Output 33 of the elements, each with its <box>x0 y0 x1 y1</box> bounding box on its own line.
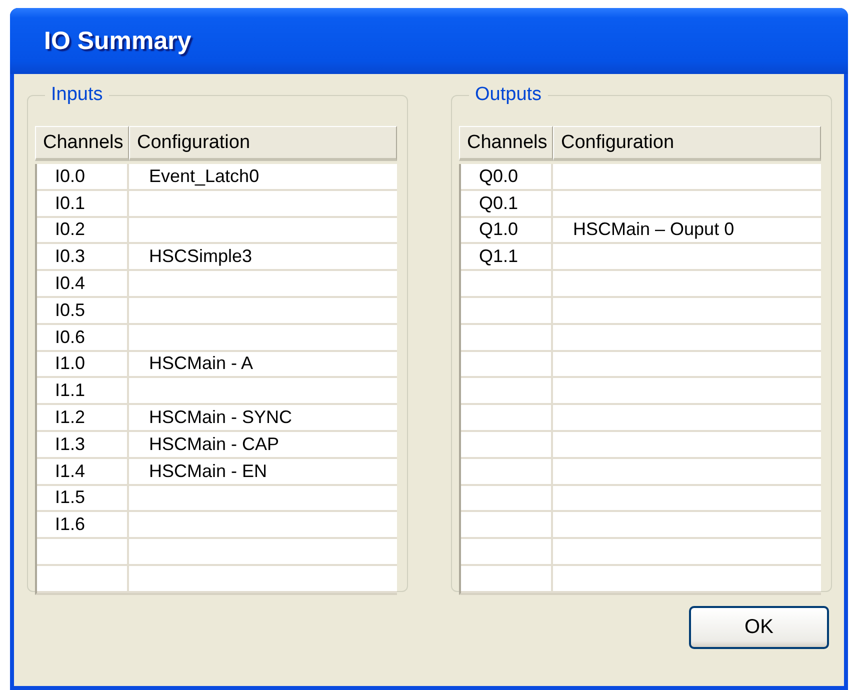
table-cell: HSCMain - EN <box>149 460 268 482</box>
table-cell: I0.4 <box>55 273 86 294</box>
table-cell: I0.5 <box>55 300 86 321</box>
table-cell: Q1.0 <box>479 219 518 240</box>
table-cell: I1.0 <box>55 353 86 374</box>
ok-button[interactable]: OK <box>689 606 829 649</box>
table-cell: I0.1 <box>55 192 86 214</box>
table-cell: I0.0 <box>55 166 86 187</box>
table-cell: I1.2 <box>55 407 86 428</box>
table-cell: HSCMain - CAP <box>149 434 280 455</box>
group-label: Outputs <box>474 84 543 106</box>
table-cell: I1.1 <box>55 380 86 402</box>
group-label: Inputs <box>50 84 104 106</box>
table-cell: I0.2 <box>55 219 86 240</box>
table-cell: Q0.1 <box>479 192 518 214</box>
table-cell: HSCMain - A <box>149 353 254 374</box>
table-cell: I1.4 <box>55 460 86 482</box>
column-header[interactable]: Configuration <box>129 126 397 161</box>
table-cell: I1.6 <box>55 514 86 536</box>
table-cell: HSCSimple3 <box>149 246 252 268</box>
table-cell: I0.6 <box>55 326 86 348</box>
column-header[interactable]: Configuration <box>553 126 821 161</box>
column-header[interactable]: Channels <box>35 126 129 161</box>
table-cell: HSCMain - SYNC <box>149 407 292 428</box>
table-cell: HSCMain – Ouput 0 <box>573 219 734 240</box>
table-cell: I1.3 <box>55 434 86 455</box>
window-title: IO Summary <box>44 26 192 56</box>
table-cell: I1.5 <box>55 487 86 508</box>
table-cell: Event_Latch0 <box>149 166 260 187</box>
table-cell: Q0.0 <box>479 166 518 187</box>
table-cell: I0.3 <box>55 246 86 268</box>
column-header[interactable]: Channels <box>459 126 553 161</box>
table-cell: Q1.1 <box>479 246 518 268</box>
